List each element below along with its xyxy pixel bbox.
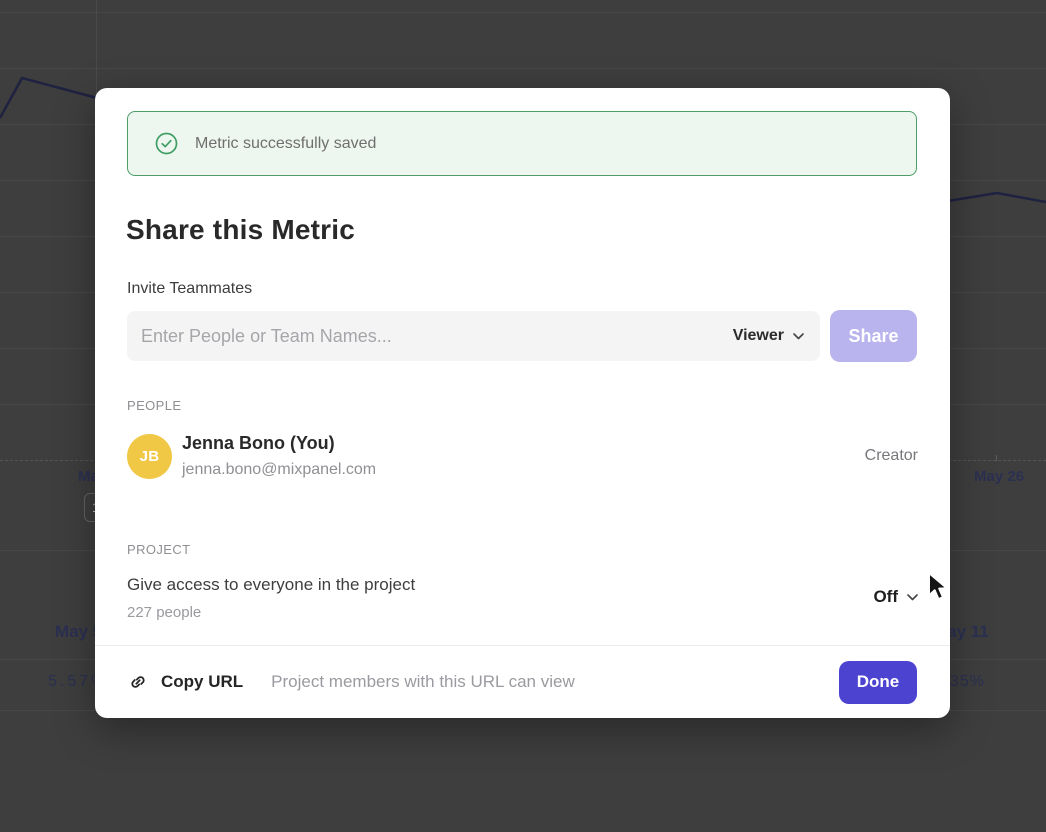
chart-line-left xyxy=(0,78,97,118)
project-access-title: Give access to everyone in the project xyxy=(127,575,873,595)
person-row: JB Jenna Bono (You) jenna.bono@mixpanel.… xyxy=(127,433,918,479)
done-button[interactable]: Done xyxy=(839,661,917,704)
success-banner-text: Metric successfully saved xyxy=(195,135,376,153)
footer-hint: Project members with this URL can view xyxy=(271,672,839,692)
chevron-down-icon xyxy=(907,594,918,601)
copy-url-button[interactable]: Copy URL xyxy=(128,672,243,692)
modal-footer: Copy URL Project members with this URL c… xyxy=(95,645,950,718)
share-button[interactable]: Share xyxy=(830,310,917,362)
role-dropdown[interactable]: Viewer xyxy=(733,327,804,345)
link-icon xyxy=(128,672,148,692)
project-section-label: PROJECT xyxy=(127,542,190,557)
invite-input[interactable] xyxy=(141,326,733,347)
project-access-info: Give access to everyone in the project 2… xyxy=(127,575,873,621)
chart-line-right xyxy=(948,193,1046,202)
project-access-dropdown-value: Off xyxy=(873,587,898,607)
share-metric-modal: Metric successfully saved Share this Met… xyxy=(95,88,950,718)
person-email: jenna.bono@mixpanel.com xyxy=(182,461,865,479)
avatar: JB xyxy=(127,434,172,479)
people-section-label: PEOPLE xyxy=(127,398,181,413)
person-role-label: Creator xyxy=(865,447,918,465)
project-access-dropdown[interactable]: Off xyxy=(873,587,918,607)
project-access-row: Give access to everyone in the project 2… xyxy=(127,575,918,621)
chevron-down-icon xyxy=(793,333,804,340)
role-dropdown-value: Viewer xyxy=(733,327,784,345)
success-banner: Metric successfully saved xyxy=(127,111,917,176)
invite-input-container: Viewer xyxy=(127,311,820,361)
person-name: Jenna Bono (You) xyxy=(182,433,865,454)
avatar-initials: JB xyxy=(140,448,160,465)
person-info: Jenna Bono (You) jenna.bono@mixpanel.com xyxy=(182,433,865,479)
project-access-count: 227 people xyxy=(127,604,873,621)
table-cell-value: 35% xyxy=(950,673,985,691)
success-check-icon xyxy=(155,132,178,155)
screen: May May 26 1 May 5 May 11 5.57% 35% Metr… xyxy=(0,0,1046,832)
copy-url-label: Copy URL xyxy=(161,672,243,692)
axis-label-date: May 26 xyxy=(974,468,1024,485)
modal-title: Share this Metric xyxy=(126,214,355,246)
invite-teammates-label: Invite Teammates xyxy=(127,280,252,298)
